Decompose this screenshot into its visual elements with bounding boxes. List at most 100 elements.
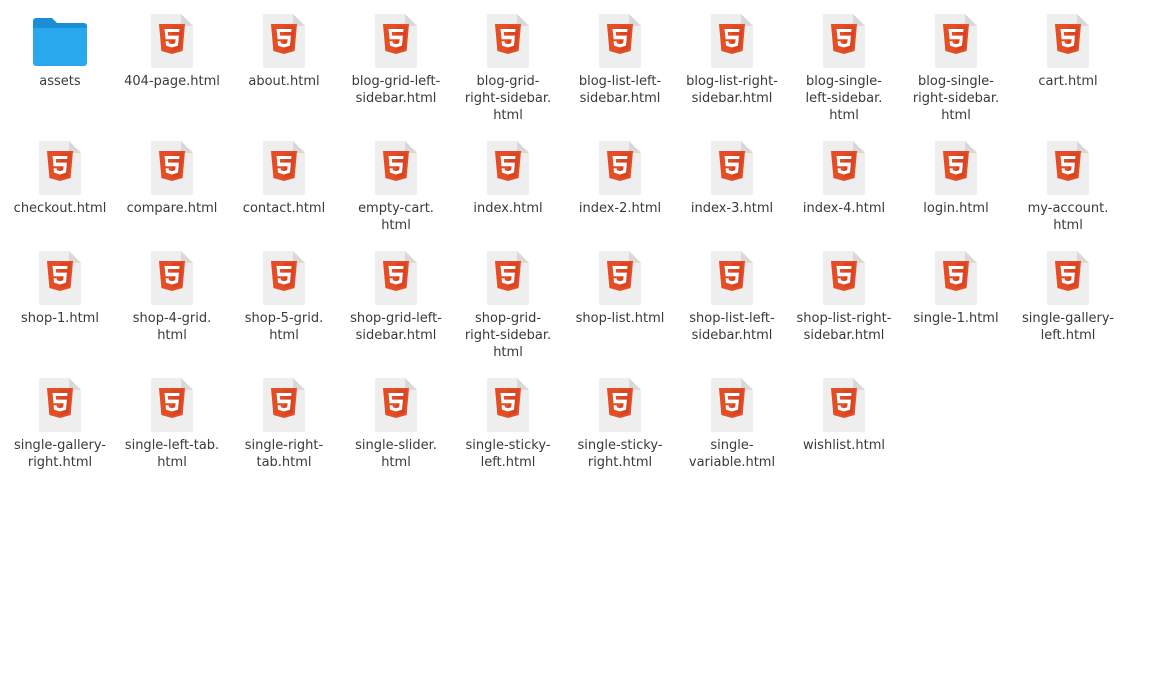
file-item[interactable]: blog-grid-right-sidebar. html — [454, 0, 562, 124]
item-label-line: html — [493, 345, 523, 360]
file-item[interactable]: shop-1.html — [6, 237, 114, 327]
file-item[interactable]: single-1.html — [902, 237, 1010, 327]
folder-item[interactable]: assets — [6, 0, 114, 90]
html5-file-icon — [1014, 12, 1122, 72]
item-label: blog-list-right-sidebar.html — [678, 73, 786, 107]
item-label: index-3.html — [678, 200, 786, 217]
file-item[interactable]: single-sticky-right.html — [566, 364, 674, 471]
file-item[interactable]: shop-5-grid. html — [230, 237, 338, 344]
html5-file-icon — [454, 12, 562, 72]
item-label: checkout.html — [6, 200, 114, 217]
item-label: single-variable.html — [678, 437, 786, 471]
item-label-line: right-sidebar. — [464, 91, 552, 106]
item-label: single-slider. html — [342, 437, 450, 471]
html5-file-icon — [678, 139, 786, 199]
file-item[interactable]: index-3.html — [678, 127, 786, 217]
html5-file-icon — [230, 249, 338, 309]
item-label: single-right-tab.html — [230, 437, 338, 471]
file-item[interactable]: login.html — [902, 127, 1010, 217]
item-label: shop-grid-right-sidebar. html — [454, 310, 562, 361]
item-label-line: index-3.html — [690, 201, 774, 216]
file-item[interactable]: single-slider. html — [342, 364, 450, 471]
item-label-line: single-gallery- — [13, 438, 107, 453]
html5-file-icon — [566, 249, 674, 309]
item-label: single-gallery-left.html — [1014, 310, 1122, 344]
item-label-line: html — [381, 218, 411, 233]
file-item[interactable]: single-gallery-right.html — [6, 364, 114, 471]
item-label-line: about.html — [248, 74, 320, 89]
item-label-line: html — [157, 455, 187, 470]
file-item[interactable]: index-2.html — [566, 127, 674, 217]
item-label: blog-single-left-sidebar. html — [790, 73, 898, 124]
item-label-line: empty-cart. — [358, 201, 434, 216]
html5-file-icon — [902, 249, 1010, 309]
html5-file-icon — [118, 376, 226, 436]
item-label: shop-1.html — [6, 310, 114, 327]
file-item[interactable]: checkout.html — [6, 127, 114, 217]
file-item[interactable]: 404-page.html — [118, 0, 226, 90]
item-label-line: html — [1053, 218, 1083, 233]
item-label-line: left-sidebar. — [805, 91, 883, 106]
item-label-line: blog-single- — [806, 74, 882, 89]
item-label: my-account. html — [1014, 200, 1122, 234]
file-item[interactable]: blog-list-right-sidebar.html — [678, 0, 786, 107]
file-item[interactable]: empty-cart. html — [342, 127, 450, 234]
item-label: shop-4-grid. html — [118, 310, 226, 344]
item-label-line: index-4.html — [802, 201, 886, 216]
item-label-line: right.html — [27, 455, 93, 470]
file-item[interactable]: single-gallery-left.html — [1014, 237, 1122, 344]
item-label-line: index-2.html — [578, 201, 662, 216]
file-item[interactable]: shop-list.html — [566, 237, 674, 327]
file-item[interactable]: single-variable.html — [678, 364, 786, 471]
file-item[interactable]: my-account. html — [1014, 127, 1122, 234]
item-label-line: tab.html — [256, 455, 312, 470]
item-label-line: sidebar.html — [355, 328, 437, 343]
file-item[interactable]: blog-single-right-sidebar. html — [902, 0, 1010, 124]
item-label-line: html — [493, 108, 523, 123]
file-item[interactable]: compare.html — [118, 127, 226, 217]
html5-file-icon — [1014, 139, 1122, 199]
html5-file-icon — [230, 376, 338, 436]
item-label-line: wishlist.html — [802, 438, 886, 453]
file-item[interactable]: single-right-tab.html — [230, 364, 338, 471]
file-item[interactable]: cart.html — [1014, 0, 1122, 90]
file-item[interactable]: shop-list-right-sidebar.html — [790, 237, 898, 344]
html5-file-icon — [6, 249, 114, 309]
item-label: blog-grid-right-sidebar. html — [454, 73, 562, 124]
item-label: blog-single-right-sidebar. html — [902, 73, 1010, 124]
file-item[interactable]: shop-grid-left-sidebar.html — [342, 237, 450, 344]
item-label-line: single-left-tab. — [124, 438, 220, 453]
file-item[interactable]: shop-4-grid. html — [118, 237, 226, 344]
file-item[interactable]: blog-list-left-sidebar.html — [566, 0, 674, 107]
html5-file-icon — [790, 249, 898, 309]
html5-file-icon — [118, 12, 226, 72]
item-label: contact.html — [230, 200, 338, 217]
item-label: shop-list.html — [566, 310, 674, 327]
file-item[interactable]: about.html — [230, 0, 338, 90]
html5-file-icon — [790, 376, 898, 436]
html5-file-icon — [230, 139, 338, 199]
item-label-line: single-sticky- — [577, 438, 663, 453]
html5-file-icon — [230, 12, 338, 72]
item-label-line: variable.html — [688, 455, 776, 470]
file-item[interactable]: index.html — [454, 127, 562, 217]
item-label-line: cart.html — [1038, 74, 1098, 89]
file-grid: assets 404-page.html about.html blog-grid-l… — [0, 0, 1174, 677]
file-item[interactable]: blog-grid-left-sidebar.html — [342, 0, 450, 107]
html5-file-icon — [566, 139, 674, 199]
item-label: cart.html — [1014, 73, 1122, 90]
item-label: blog-grid-left-sidebar.html — [342, 73, 450, 107]
item-label: single-sticky-left.html — [454, 437, 562, 471]
file-item[interactable]: single-left-tab. html — [118, 364, 226, 471]
item-label-line: single- — [710, 438, 754, 453]
file-item[interactable]: index-4.html — [790, 127, 898, 217]
file-item[interactable]: blog-single-left-sidebar. html — [790, 0, 898, 124]
file-item[interactable]: shop-list-left-sidebar.html — [678, 237, 786, 344]
file-item[interactable]: shop-grid-right-sidebar. html — [454, 237, 562, 361]
file-item[interactable]: single-sticky-left.html — [454, 364, 562, 471]
item-label: single-1.html — [902, 310, 1010, 327]
item-label-line: right-sidebar. — [464, 328, 552, 343]
file-item[interactable]: contact.html — [230, 127, 338, 217]
file-item[interactable]: wishlist.html — [790, 364, 898, 454]
item-label: index-2.html — [566, 200, 674, 217]
